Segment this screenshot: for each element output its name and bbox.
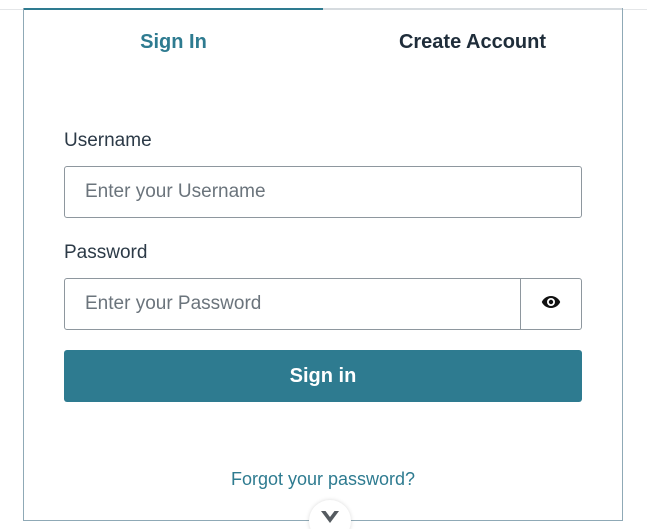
sign-in-button[interactable]: Sign in bbox=[64, 350, 582, 402]
page: Sign In Create Account Username Password… bbox=[0, 0, 647, 529]
tab-sign-in[interactable]: Sign In bbox=[24, 8, 323, 72]
tab-create-account[interactable]: Create Account bbox=[323, 8, 622, 72]
username-input[interactable] bbox=[64, 166, 582, 218]
forgot-password-link[interactable]: Forgot your password? bbox=[24, 469, 622, 490]
eye-icon bbox=[541, 295, 561, 314]
username-label: Username bbox=[64, 130, 152, 151]
chevron-down-icon bbox=[320, 510, 340, 529]
password-input[interactable] bbox=[64, 278, 521, 330]
password-label: Password bbox=[64, 242, 148, 263]
show-password-button[interactable] bbox=[520, 278, 582, 330]
auth-tabs: Sign In Create Account bbox=[24, 8, 622, 72]
auth-card: Sign In Create Account Username Password… bbox=[23, 8, 623, 521]
